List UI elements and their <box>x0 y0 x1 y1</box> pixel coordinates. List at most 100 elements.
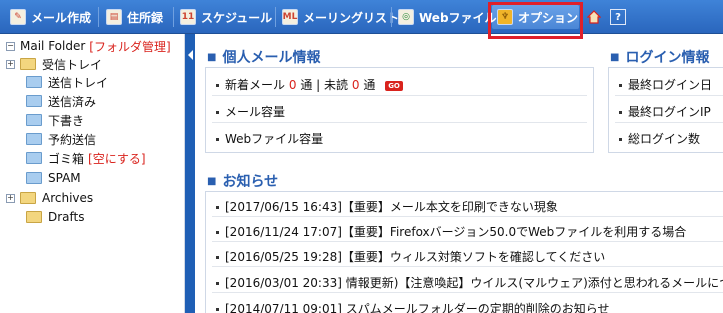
compose-mail-button[interactable]: ✎ メール作成 <box>10 6 91 28</box>
last-login-date-line: 最終ログイン日 <box>619 76 712 93</box>
folder-item-scheduled[interactable]: 予約送信 <box>26 130 96 148</box>
total-login-label: 総ログイン数 <box>628 132 701 146</box>
news-title: ■ お知らせ <box>207 171 278 191</box>
web-file-button[interactable]: ◎ Webファイル <box>398 6 497 28</box>
list-bullet <box>216 206 219 209</box>
folder-label: Drafts <box>48 210 85 224</box>
folder-item-outbox[interactable]: 送信トレイ <box>26 73 108 91</box>
folder-item-trash[interactable]: ゴミ箱 [空にする] <box>26 149 146 167</box>
section-bullet-icon: ■ <box>207 175 217 187</box>
news-item-text: [2016/03/01 20:33] 情報更新)【注意喚起】ウイルス(マルウェア… <box>225 276 723 290</box>
folder-root[interactable]: − Mail Folder [フォルダ管理] <box>6 37 171 55</box>
login-info-title-text: ログイン情報 <box>625 50 710 66</box>
top-toolbar: ✎ メール作成 ▤ 住所録 11 スケジュール ML メーリングリスト ◎ We… <box>0 0 723 34</box>
divider <box>212 241 723 242</box>
empty-trash-link[interactable]: [空にする] <box>88 150 145 167</box>
folder-icon <box>26 211 42 223</box>
options-highlight-box <box>488 2 583 39</box>
new-mail-label: 新着メール <box>225 78 286 92</box>
folder-pane: − Mail Folder [フォルダ管理] + 受信トレイ 送信トレイ 送信済… <box>0 34 185 313</box>
toolbar-separator <box>98 7 99 27</box>
unit-label: 通 <box>300 78 313 92</box>
folder-item-inbox[interactable]: + 受信トレイ <box>6 55 102 73</box>
folder-label: 送信トレイ <box>48 75 109 90</box>
address-book-icon: ▤ <box>106 9 122 25</box>
schedule-button[interactable]: 11 スケジュール <box>180 6 272 28</box>
mail-info-title-text: 個人メール情報 <box>222 50 321 66</box>
news-item-text: [2017/06/15 16:43]【重要】メール本文を印刷できない現象 <box>225 200 558 214</box>
web-capacity-line: Webファイル容量 <box>216 130 323 147</box>
last-login-ip-line: 最終ログインIP <box>619 103 711 120</box>
folder-label: Archives <box>42 191 94 205</box>
list-bullet <box>216 111 219 114</box>
divider <box>615 122 723 123</box>
folder-item-spam[interactable]: SPAM <box>26 169 81 187</box>
list-bullet <box>216 138 219 141</box>
folder-label: 送信済み <box>48 94 97 109</box>
folder-item-drafts[interactable]: Drafts <box>26 208 85 226</box>
list-bullet <box>619 111 622 114</box>
news-item[interactable]: [2016/05/25 19:28]【重要】ウィルス対策ソフトを確認してください <box>216 248 605 265</box>
expand-icon[interactable]: + <box>6 59 15 69</box>
calendar-icon: 11 <box>180 9 196 25</box>
list-bullet <box>216 231 219 234</box>
toolbar-separator <box>173 7 174 27</box>
mail-capacity-label: メール容量 <box>225 105 286 119</box>
folder-item-archives[interactable]: + Archives <box>6 189 93 207</box>
news-title-text: お知らせ <box>222 174 279 190</box>
new-mail-count[interactable]: 0 <box>289 78 297 92</box>
news-item-text: [2016/11/24 17:07]【重要】Firefoxバージョン50.0でW… <box>225 225 687 239</box>
folder-icon <box>26 172 42 184</box>
news-item[interactable]: [2017/06/15 16:43]【重要】メール本文を印刷できない現象 <box>216 198 558 215</box>
toolbar-separator <box>275 7 276 27</box>
pane-collapse-bar[interactable] <box>185 34 195 313</box>
news-item[interactable]: [2016/11/24 17:07]【重要】Firefoxバージョン50.0でW… <box>216 223 686 240</box>
folder-label: 受信トレイ <box>42 57 103 72</box>
folder-icon <box>26 114 42 126</box>
toolbar-separator <box>391 7 392 27</box>
help-icon[interactable]: ? <box>610 9 626 25</box>
go-button[interactable]: GO <box>385 80 403 91</box>
mailing-list-label: メーリングリスト <box>303 10 400 25</box>
mail-info-title: ■ 個人メール情報 <box>207 47 320 67</box>
login-info-title: ■ ログイン情報 <box>610 47 709 67</box>
news-item-text: [2014/07/11 09:01] スパムメールフォルダーの定期的削除のお知ら… <box>225 302 610 313</box>
address-book-button[interactable]: ▤ 住所録 <box>106 6 163 28</box>
folder-item-sent[interactable]: 送信済み <box>26 92 96 110</box>
divider <box>212 216 723 217</box>
list-bullet <box>619 138 622 141</box>
news-item[interactable]: [2014/07/11 09:01] スパムメールフォルダーの定期的削除のお知ら… <box>216 300 610 313</box>
divider <box>212 95 587 96</box>
folder-label: 下書き <box>48 113 85 128</box>
mailing-list-button[interactable]: ML メーリングリスト <box>282 6 399 28</box>
folder-icon <box>20 192 36 204</box>
compose-icon: ✎ <box>10 9 26 25</box>
section-bullet-icon: ■ <box>207 51 217 63</box>
separator: | <box>316 78 321 92</box>
unit-label: 通 <box>363 78 376 92</box>
mail-info-box: 新着メール 0 通 | 未読 0 通 GO メール容量 Webファイル容量 <box>205 67 594 153</box>
folder-item-drafts-jp[interactable]: 下書き <box>26 111 84 129</box>
unread-count[interactable]: 0 <box>352 78 360 92</box>
folder-label: ゴミ箱 <box>48 151 85 166</box>
total-login-line: 総ログイン数 <box>619 130 700 147</box>
folder-root-label: Mail Folder <box>20 39 86 53</box>
mailing-list-icon: ML <box>282 9 298 25</box>
expand-icon[interactable]: + <box>6 193 15 203</box>
collapse-icon[interactable]: − <box>6 41 15 51</box>
web-file-label: Webファイル <box>419 10 497 25</box>
home-icon[interactable] <box>587 10 601 24</box>
new-mail-line: 新着メール 0 通 | 未読 0 通 GO <box>216 76 403 93</box>
list-bullet <box>216 84 219 87</box>
news-item[interactable]: [2016/03/01 20:33] 情報更新)【注意喚起】ウイルス(マルウェア… <box>216 274 723 291</box>
news-box: [2017/06/15 16:43]【重要】メール本文を印刷できない現象 [20… <box>205 191 723 313</box>
compose-mail-label: メール作成 <box>31 10 92 25</box>
manage-folders-link[interactable]: [フォルダ管理] <box>89 38 170 55</box>
web-file-icon: ◎ <box>398 9 414 25</box>
schedule-label: スケジュール <box>201 10 273 25</box>
last-login-date-label: 最終ログイン日 <box>628 78 713 92</box>
list-bullet <box>619 84 622 87</box>
collapse-arrow-icon[interactable] <box>188 50 193 60</box>
list-bullet <box>216 256 219 259</box>
divider <box>615 95 723 96</box>
